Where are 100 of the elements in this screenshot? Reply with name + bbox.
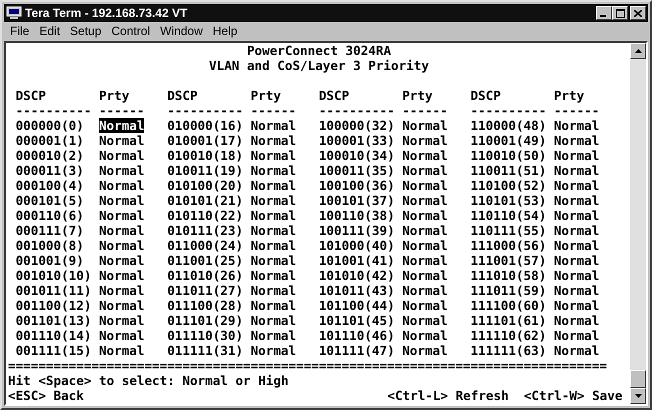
dscp-cell-text: 100111(39)	[318, 223, 396, 238]
priority-cell[interactable]: Normal	[554, 343, 600, 358]
priority-cell[interactable]: Normal	[554, 193, 600, 208]
dscp-cell-text: 101010(42)	[318, 268, 396, 283]
column-header: Prty	[250, 88, 282, 103]
priority-cell[interactable]: Normal	[554, 163, 600, 178]
dscp-cell-text: 111100(60)	[470, 298, 548, 313]
priority-cell[interactable]: Normal	[250, 268, 296, 283]
priority-cell[interactable]: Normal	[98, 283, 144, 298]
priority-cell[interactable]: Normal	[402, 343, 448, 358]
priority-cell[interactable]: Normal	[402, 178, 448, 193]
priority-cell[interactable]: Normal	[98, 298, 144, 313]
priority-cell[interactable]: Normal	[554, 253, 600, 268]
priority-cell[interactable]: Normal	[554, 133, 600, 148]
priority-cell[interactable]: Normal	[98, 253, 144, 268]
dscp-cell-text: 100011(35)	[318, 163, 396, 178]
priority-cell[interactable]: Normal	[402, 313, 448, 328]
menu-item[interactable]: Window	[160, 24, 203, 38]
priority-cell[interactable]: Normal	[554, 148, 600, 163]
dscp-cell-text: 001111(15)	[16, 343, 92, 358]
priority-cell[interactable]: Normal	[98, 238, 144, 253]
scroll-down-button[interactable]	[630, 388, 646, 404]
priority-cell[interactable]: Normal	[402, 193, 448, 208]
priority-cell[interactable]: Normal	[98, 178, 144, 193]
priority-cell[interactable]: Normal	[98, 208, 144, 223]
priority-cell[interactable]: Normal	[250, 343, 296, 358]
priority-cell[interactable]: Normal	[98, 328, 144, 343]
dscp-cell-text: 010110(22)	[167, 208, 244, 223]
priority-cell[interactable]: Normal	[402, 223, 448, 238]
priority-cell[interactable]: Normal	[250, 163, 296, 178]
column-header: Prty	[402, 88, 434, 103]
dscp-cell-text: 000010(2)	[16, 148, 85, 163]
dscp-cell-text: 000000(0)	[16, 118, 85, 133]
priority-cell[interactable]: Normal	[250, 118, 296, 133]
menu-item[interactable]: Control	[111, 24, 150, 38]
priority-cell[interactable]: Normal	[554, 238, 600, 253]
priority-cell[interactable]: Normal	[98, 118, 144, 133]
priority-cell[interactable]: Normal	[554, 223, 600, 238]
menu-item[interactable]: File	[10, 24, 30, 38]
priority-cell[interactable]: Normal	[554, 118, 600, 133]
priority-cell[interactable]: Normal	[554, 178, 600, 193]
priority-cell[interactable]: Normal	[402, 328, 448, 343]
header-rule: ----------	[16, 103, 92, 118]
priority-cell[interactable]: Normal	[250, 178, 296, 193]
dscp-cell-text: 100000(32)	[318, 118, 396, 133]
menu-item[interactable]: Edit	[39, 24, 60, 38]
column-header: DSCP	[16, 88, 47, 103]
priority-cell[interactable]: Normal	[554, 298, 600, 313]
column-header: DSCP	[470, 88, 502, 103]
priority-cell[interactable]: Normal	[98, 223, 144, 238]
close-icon	[634, 10, 642, 16]
dscp-cell-text: 010000(16)	[167, 118, 244, 133]
priority-cell[interactable]: Normal	[250, 298, 296, 313]
priority-cell[interactable]: Normal	[98, 163, 144, 178]
dscp-cell-text: 000110(6)	[16, 208, 85, 223]
priority-cell[interactable]: Normal	[554, 268, 600, 283]
priority-cell[interactable]: Normal	[98, 268, 144, 283]
priority-cell[interactable]: Normal	[402, 208, 448, 223]
priority-cell[interactable]: Normal	[98, 343, 144, 358]
priority-cell[interactable]: Normal	[250, 133, 296, 148]
priority-cell[interactable]: Normal	[250, 148, 296, 163]
priority-cell[interactable]: Normal	[554, 208, 600, 223]
priority-cell[interactable]: Normal	[98, 133, 144, 148]
priority-cell[interactable]: Normal	[98, 313, 144, 328]
priority-cell[interactable]: Normal	[250, 313, 296, 328]
priority-cell[interactable]: Normal	[402, 118, 448, 133]
menu-item[interactable]: Setup	[70, 24, 102, 38]
priority-cell[interactable]: Normal	[250, 208, 296, 223]
priority-cell[interactable]: Normal	[250, 253, 296, 268]
maximize-button[interactable]	[612, 6, 628, 20]
priority-cell[interactable]: Normal	[402, 283, 448, 298]
priority-cell[interactable]: Normal	[250, 193, 296, 208]
priority-cell[interactable]: Normal	[402, 253, 448, 268]
priority-cell[interactable]: Normal	[98, 148, 144, 163]
scroll-thumb[interactable]	[630, 370, 646, 388]
priority-cell[interactable]: Normal	[250, 223, 296, 238]
up-arrow-icon	[634, 49, 642, 53]
priority-cell[interactable]: Normal	[250, 238, 296, 253]
priority-cell[interactable]: Normal	[250, 283, 296, 298]
priority-cell[interactable]: Normal	[554, 283, 600, 298]
close-button[interactable]	[630, 6, 646, 20]
minimize-button[interactable]	[596, 6, 612, 20]
priority-cell[interactable]: Normal	[402, 148, 448, 163]
priority-cell[interactable]: Normal	[402, 133, 448, 148]
priority-cell[interactable]: Normal	[402, 238, 448, 253]
priority-cell[interactable]: Normal	[402, 298, 448, 313]
dscp-cell-text: 011001(25)	[167, 253, 244, 268]
priority-cell[interactable]: Normal	[554, 313, 600, 328]
priority-cell[interactable]: Normal	[250, 328, 296, 343]
scroll-up-button[interactable]	[630, 43, 646, 59]
scrollbar[interactable]	[630, 43, 646, 404]
priority-cell[interactable]: Normal	[554, 328, 600, 343]
column-header: DSCP	[167, 88, 199, 103]
dscp-cell-text: 100100(36)	[318, 178, 396, 193]
priority-cell[interactable]: Normal	[402, 268, 448, 283]
header-rule: ------	[554, 103, 600, 118]
dscp-cell-text: 001011(11)	[16, 283, 92, 298]
priority-cell[interactable]: Normal	[402, 163, 448, 178]
priority-cell[interactable]: Normal	[98, 193, 144, 208]
menu-item[interactable]: Help	[212, 24, 238, 38]
